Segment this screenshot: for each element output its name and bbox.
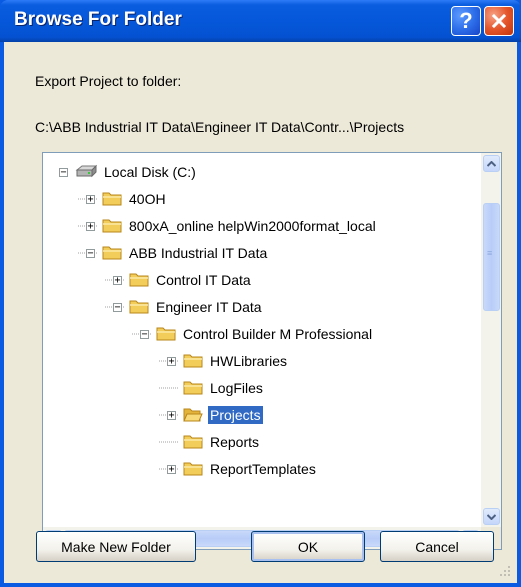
ok-button[interactable]: OK	[251, 531, 365, 562]
folder-tree[interactable]: − Local Disk (C:) +40OH +800xA_online helpW…	[42, 152, 502, 550]
collapse-icon[interactable]: −	[113, 302, 122, 312]
tree-item-label: HWLibraries	[210, 353, 288, 369]
make-new-folder-button[interactable]: Make New Folder	[36, 531, 196, 562]
tree-item[interactable]: + Control IT Data	[113, 269, 253, 291]
tree-item[interactable]: − Local Disk (C:)	[59, 161, 198, 183]
folder-icon	[183, 462, 203, 476]
folder-icon	[102, 192, 122, 206]
tree-item-label: ReportTemplates	[210, 461, 316, 477]
tree-item-label: Control IT Data	[156, 272, 251, 288]
expand-icon[interactable]: +	[86, 194, 95, 204]
folder-icon	[102, 219, 122, 233]
collapse-icon[interactable]: −	[140, 329, 149, 339]
title-bar[interactable]: Browse For Folder ?	[0, 0, 521, 42]
folder-icon	[183, 435, 203, 449]
cancel-button[interactable]: Cancel	[380, 531, 494, 562]
help-icon: ?	[459, 8, 473, 33]
folder-icon	[129, 273, 149, 287]
folder-icon	[129, 300, 149, 314]
tree-item-label: Engineer IT Data	[156, 299, 262, 315]
tree-item-label: Projects	[208, 406, 263, 424]
resize-grip-icon[interactable]	[499, 565, 511, 577]
drive-icon	[75, 164, 97, 178]
tree-item[interactable]: + Projects	[167, 404, 263, 426]
tree-item-label: ABB Industrial IT Data	[129, 245, 268, 261]
tree-item[interactable]: LogFiles	[167, 377, 265, 399]
instruction-text: Export Project to folder:	[35, 73, 182, 89]
tree-item-label: 40OH	[129, 191, 166, 207]
close-button[interactable]	[484, 6, 514, 36]
expand-icon[interactable]: +	[167, 410, 176, 420]
tree-item[interactable]: + HWLibraries	[167, 350, 289, 372]
dialog-title: Browse For Folder	[14, 9, 182, 30]
tree-item[interactable]: +40OH	[86, 188, 168, 210]
tree-item-label: LogFiles	[210, 380, 263, 396]
expand-icon[interactable]: +	[86, 221, 95, 231]
vertical-scrollbar[interactable]: ≡	[481, 153, 501, 527]
tree-item[interactable]: − Control Builder M Professional	[140, 323, 374, 345]
open-folder-icon	[183, 408, 203, 422]
tree-item-label: 800xA_online helpWin2000format_local	[129, 218, 376, 234]
thumb-grip: ≡	[487, 248, 494, 258]
vertical-scroll-thumb[interactable]: ≡	[483, 203, 500, 311]
expand-icon[interactable]: +	[113, 275, 122, 285]
tree-view[interactable]: − Local Disk (C:) +40OH +800xA_online helpW…	[43, 153, 481, 527]
browse-for-folder-dialog: Browse For Folder ? Export Project to fo…	[0, 0, 521, 587]
current-path-text: C:\ABB Industrial IT Data\Engineer IT Da…	[35, 119, 405, 135]
help-button[interactable]: ?	[451, 6, 481, 36]
folder-icon	[156, 327, 176, 341]
tree-item-label: Control Builder M Professional	[183, 326, 373, 342]
tree-item[interactable]: − ABB Industrial IT Data	[86, 242, 269, 264]
collapse-icon[interactable]: −	[59, 167, 68, 177]
folder-icon	[183, 354, 203, 368]
arrow-up-icon	[487, 160, 496, 167]
expand-icon[interactable]: +	[167, 356, 176, 366]
dialog-body: Export Project to folder: C:\ABB Industr…	[4, 42, 517, 583]
scroll-up-button[interactable]	[483, 155, 500, 172]
close-icon	[491, 13, 507, 29]
tree-item[interactable]: + ReportTemplates	[167, 458, 318, 480]
folder-icon	[102, 246, 122, 260]
tree-item[interactable]: − Engineer IT Data	[113, 296, 264, 318]
tree-item[interactable]: +800xA_online helpWin2000format_local	[86, 215, 378, 237]
tree-item-label: Local Disk (C:)	[104, 164, 196, 180]
tree-item[interactable]: Reports	[167, 431, 261, 453]
arrow-down-icon	[487, 513, 496, 520]
expand-icon[interactable]: +	[167, 464, 176, 474]
folder-icon	[183, 381, 203, 395]
scroll-down-button[interactable]	[483, 508, 500, 525]
tree-item-label: Reports	[210, 434, 260, 450]
collapse-icon[interactable]: −	[86, 248, 95, 258]
